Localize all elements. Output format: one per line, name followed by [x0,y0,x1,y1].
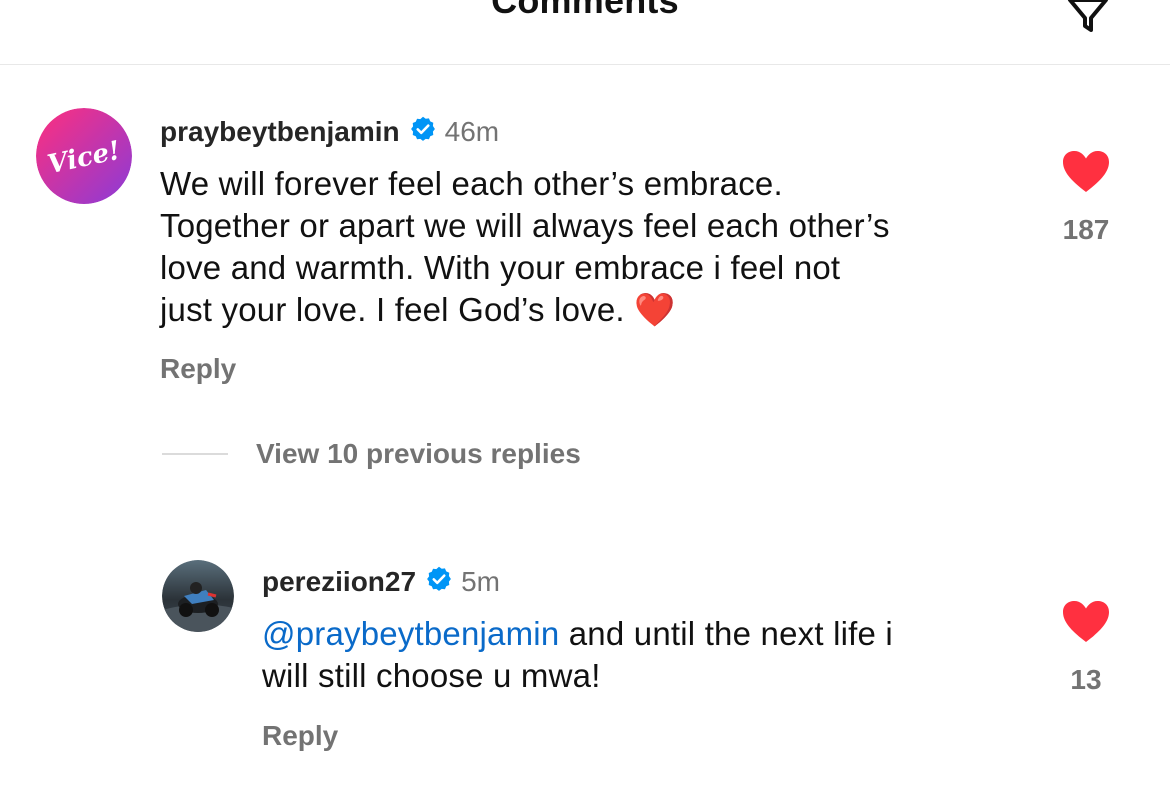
comment-text: We will forever feel each other’s embrac… [160,163,1020,331]
comment-line: We will forever feel each other’s embrac… [160,165,783,202]
reply-button[interactable]: Reply [160,353,236,385]
timestamp: 46m [444,116,500,147]
username-link[interactable]: pereziion27 [262,566,416,598]
comment-line: Together or apart we will always feel ea… [160,207,890,244]
like-count: 187 [1062,214,1110,245]
mention-link[interactable]: @praybeytbenjamin [262,615,559,652]
like-count: 13 [1070,664,1102,695]
like-button[interactable]: 13 [1046,600,1126,696]
reply-line: @praybeytbenjamin and until the next lif… [262,613,1022,655]
comment-meta: praybeytbenjamin 46m [160,113,499,151]
comment-line: love and warmth. With your embrace i fee… [160,249,841,286]
comment-item: Vice! praybeytbenjamin 46m We will forev… [0,0,1170,420]
verified-icon [425,565,453,600]
verified-icon [409,115,437,150]
heart-icon [1063,151,1109,192]
reply-item: pereziion27 5m @praybeytbenjamin and unt… [0,540,1170,805]
username-link[interactable]: praybeytbenjamin [160,116,400,148]
avatar[interactable]: Vice! [36,108,132,204]
view-previous-replies-button[interactable]: View 10 previous replies [162,438,581,470]
view-replies-label: View 10 previous replies [256,438,581,469]
timestamp: 5m [461,566,500,597]
heart-icon [1063,601,1109,642]
reply-line: will still choose u mwa! [262,657,601,694]
reply-text: @praybeytbenjamin and until the next lif… [262,613,1022,697]
replies-divider [162,453,228,455]
avatar[interactable] [162,560,234,632]
like-button[interactable]: 187 [1046,150,1126,246]
reply-text-segment: and until the next life i [559,615,893,652]
reply-meta: pereziion27 5m [262,563,500,601]
comment-line: just your love. I feel God’s love. ❤️ [160,291,676,328]
reply-button[interactable]: Reply [262,720,338,752]
